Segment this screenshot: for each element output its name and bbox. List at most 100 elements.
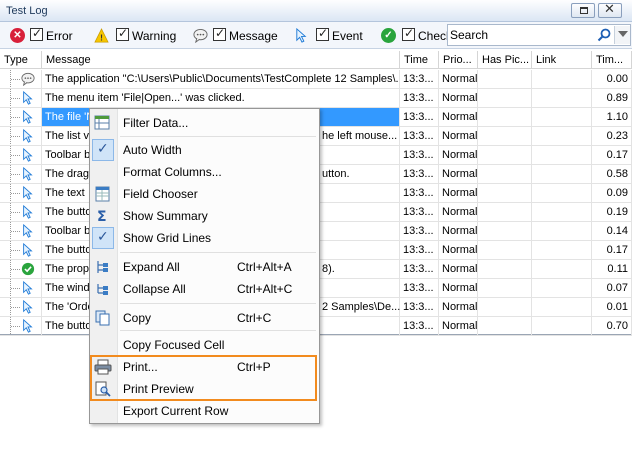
duration-cell[interactable]: 0.17 [592,241,632,259]
duration-cell[interactable]: 0.58 [592,165,632,183]
column-header-priority[interactable]: Prio... [439,51,478,69]
link-cell[interactable] [532,260,592,278]
time-cell[interactable]: 13:3... [400,89,439,107]
time-cell[interactable]: 13:3... [400,298,439,316]
column-header-link[interactable]: Link [532,51,592,69]
event-filter-label[interactable]: Event [332,29,363,43]
search-icon[interactable] [597,28,611,42]
message-cell[interactable]: The application "C:\Users\Public\Documen… [42,70,400,88]
priority-cell[interactable]: Normal [439,222,478,240]
restore-button[interactable] [571,3,595,18]
time-cell[interactable]: 13:3... [400,108,439,126]
warning-filter-label[interactable]: Warning [132,29,176,43]
time-cell[interactable]: 13:3... [400,184,439,202]
message-cell[interactable]: The menu item 'File|Open...' was clicked… [42,89,400,107]
duration-cell[interactable]: 0.01 [592,298,632,316]
duration-cell[interactable]: 0.00 [592,70,632,88]
menu-item-export-current-row[interactable]: Export Current Row [92,400,318,422]
duration-cell[interactable]: 1.10 [592,108,632,126]
search-input[interactable] [450,27,595,43]
has-picture-cell[interactable] [478,70,532,88]
has-picture-cell[interactable] [478,108,532,126]
time-cell[interactable]: 13:3... [400,241,439,259]
priority-cell[interactable]: Normal [439,298,478,316]
column-header-duration[interactable]: Tim... [592,51,632,69]
menu-item-format-columns[interactable]: Format Columns... [92,161,318,183]
link-cell[interactable] [532,127,592,145]
time-cell[interactable]: 13:3... [400,127,439,145]
link-cell[interactable] [532,298,592,316]
has-picture-cell[interactable] [478,165,532,183]
has-picture-cell[interactable] [478,89,532,107]
time-cell[interactable]: 13:3... [400,70,439,88]
has-picture-cell[interactable] [478,260,532,278]
has-picture-cell[interactable] [478,317,532,335]
link-cell[interactable] [532,165,592,183]
duration-cell[interactable]: 0.09 [592,184,632,202]
link-cell[interactable] [532,184,592,202]
time-cell[interactable]: 13:3... [400,222,439,240]
has-picture-cell[interactable] [478,241,532,259]
has-picture-cell[interactable] [478,222,532,240]
menu-item-show-grid-lines[interactable]: Show Grid Lines [92,227,318,249]
menu-item-expand-all[interactable]: Expand All Ctrl+Alt+A [92,256,318,278]
link-cell[interactable] [532,222,592,240]
link-cell[interactable] [532,279,592,297]
menu-item-show-summary[interactable]: Σ Show Summary [92,205,318,227]
has-picture-cell[interactable] [478,203,532,221]
menu-item-field-chooser[interactable]: Field Chooser [92,183,318,205]
has-picture-cell[interactable] [478,127,532,145]
error-checkbox[interactable] [30,26,43,41]
duration-cell[interactable]: 0.11 [592,260,632,278]
priority-cell[interactable]: Normal [439,260,478,278]
time-cell[interactable]: 13:3... [400,279,439,297]
priority-cell[interactable]: Normal [439,203,478,221]
check-checkbox[interactable] [402,26,415,41]
link-cell[interactable] [532,317,592,335]
column-header-time[interactable]: Time [400,51,439,69]
menu-item-auto-width[interactable]: Auto Width [92,139,318,161]
has-picture-cell[interactable] [478,146,532,164]
time-cell[interactable]: 13:3... [400,146,439,164]
column-header-type[interactable]: Type [0,51,42,69]
duration-cell[interactable]: 0.19 [592,203,632,221]
table-row[interactable]: The application "C:\Users\Public\Documen… [0,70,632,89]
link-cell[interactable] [532,241,592,259]
duration-cell[interactable]: 0.14 [592,222,632,240]
message-checkbox[interactable] [213,26,226,41]
event-checkbox[interactable] [316,26,329,41]
time-cell[interactable]: 13:3... [400,260,439,278]
link-cell[interactable] [532,70,592,88]
has-picture-cell[interactable] [478,298,532,316]
menu-item-copy[interactable]: Copy Ctrl+C [92,307,318,329]
column-header-has-picture[interactable]: Has Pic... [478,51,532,69]
has-picture-cell[interactable] [478,279,532,297]
close-button[interactable]: ✕ [598,2,622,18]
has-picture-cell[interactable] [478,184,532,202]
priority-cell[interactable]: Normal [439,108,478,126]
link-cell[interactable] [532,108,592,126]
menu-item-filter-data[interactable]: Filter Data... [92,112,318,134]
error-filter-label[interactable]: Error [46,29,73,43]
search-dropdown-button[interactable] [614,26,630,44]
duration-cell[interactable]: 0.23 [592,127,632,145]
priority-cell[interactable]: Normal [439,241,478,259]
priority-cell[interactable]: Normal [439,89,478,107]
priority-cell[interactable]: Normal [439,165,478,183]
link-cell[interactable] [532,203,592,221]
warning-checkbox[interactable] [116,26,129,41]
time-cell[interactable]: 13:3... [400,165,439,183]
priority-cell[interactable]: Normal [439,279,478,297]
table-row[interactable]: The menu item 'File|Open...' was clicked… [0,89,632,108]
duration-cell[interactable]: 0.17 [592,146,632,164]
column-header-message[interactable]: Message [42,51,400,69]
duration-cell[interactable]: 0.07 [592,279,632,297]
duration-cell[interactable]: 0.89 [592,89,632,107]
time-cell[interactable]: 13:3... [400,317,439,335]
priority-cell[interactable]: Normal [439,146,478,164]
menu-item-copy-focused-cell[interactable]: Copy Focused Cell [92,334,318,356]
menu-item-collapse-all[interactable]: Collapse All Ctrl+Alt+C [92,278,318,300]
priority-cell[interactable]: Normal [439,317,478,335]
priority-cell[interactable]: Normal [439,184,478,202]
priority-cell[interactable]: Normal [439,127,478,145]
